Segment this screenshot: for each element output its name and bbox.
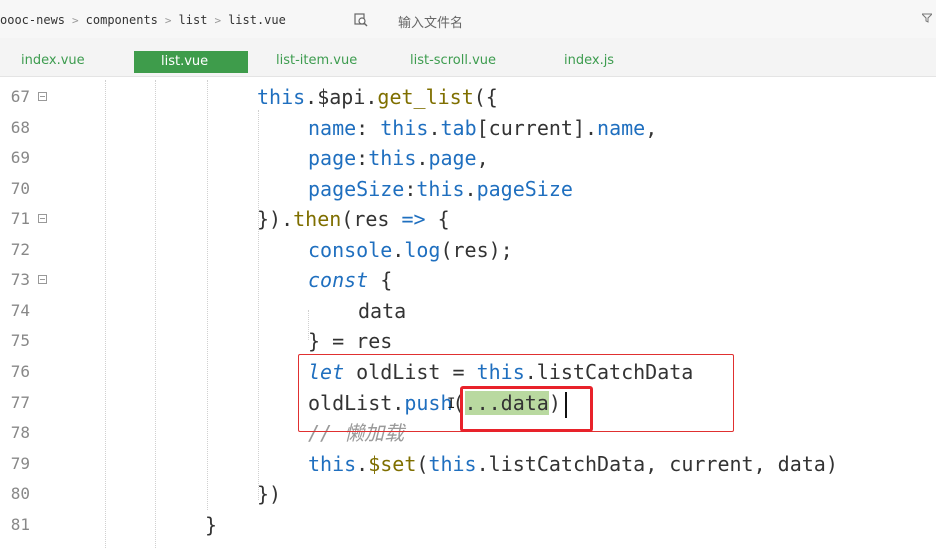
line-number: 79 — [10, 453, 30, 473]
chevron-right-icon: > — [164, 13, 172, 27]
line-number: 71 — [10, 209, 30, 228]
line-number: 80 — [10, 484, 30, 503]
breadcrumb-item[interactable]: components — [86, 13, 158, 27]
line-number: 73 — [10, 270, 30, 289]
breadcrumb-item[interactable]: list.vue — [228, 13, 286, 27]
line-row: 80 — [0, 479, 936, 510]
chevron-right-icon: > — [72, 13, 79, 27]
code-line: name: this.tab[current].name, — [308, 115, 658, 140]
line-number: 67 — [10, 87, 30, 106]
code-line: }).then(res => { — [257, 207, 450, 231]
line-number: 69 — [10, 148, 30, 167]
line-number: 78 — [10, 423, 30, 442]
tab-list-scroll-vue[interactable]: list-scroll.vue — [410, 53, 496, 68]
code-line: } — [205, 513, 218, 537]
editor-tabs: index.vue list.vue list-item.vue list-sc… — [0, 38, 936, 77]
search-icon[interactable] — [354, 13, 368, 27]
code-line: }) — [257, 482, 282, 506]
code-editor[interactable]: 67 68 69 70 71 72 73 74 75 76 77 78 79 8… — [0, 80, 936, 548]
fold-toggle-icon[interactable] — [38, 92, 47, 101]
tab-list-item-vue[interactable]: list-item.vue — [276, 53, 357, 68]
code-line: page:this.page, — [308, 146, 489, 170]
line-number: 70 — [10, 178, 30, 198]
line-row: 73 — [0, 265, 936, 296]
tab-list-vue[interactable]: list.vue — [134, 51, 248, 73]
breadcrumb-item[interactable]: list — [179, 13, 208, 27]
file-search-input[interactable]: 输入文件名 — [398, 12, 463, 31]
fold-toggle-icon[interactable] — [38, 214, 47, 223]
breadcrumb: oooc-news > components > list > list.vue — [0, 13, 286, 27]
line-number: 74 — [10, 300, 30, 320]
code-line: pageSize:this.pageSize — [308, 176, 573, 201]
line-row: 71 — [0, 204, 936, 235]
annotation-inner-box — [460, 386, 593, 432]
code-line: this.$set(this.listCatchData, current, d… — [308, 451, 838, 476]
tab-index-vue[interactable]: index.vue — [21, 53, 85, 68]
line-number: 75 — [10, 331, 30, 350]
line-row: 74 — [0, 296, 936, 327]
line-row: 81 — [0, 510, 936, 541]
line-number: 68 — [10, 117, 30, 137]
line-number: 81 — [10, 515, 30, 534]
line-number: 77 — [10, 392, 30, 412]
ibeam-cursor-icon: I — [447, 396, 456, 412]
code-line: const { — [308, 268, 393, 292]
tab-index-js[interactable]: index.js — [564, 53, 614, 68]
text-cursor — [565, 392, 567, 418]
top-bar: oooc-news > components > list > list.vue… — [0, 0, 936, 39]
code-line: console.log(res); — [308, 237, 513, 262]
code-line: data — [358, 298, 407, 323]
line-row: 75 — [0, 326, 936, 357]
line-number: 76 — [10, 362, 30, 381]
filter-icon[interactable] — [922, 13, 932, 23]
breadcrumb-item[interactable]: oooc-news — [0, 13, 65, 27]
code-line: this.$api.get_list({ — [257, 85, 498, 109]
chevron-right-icon: > — [214, 13, 222, 27]
fold-toggle-icon[interactable] — [38, 275, 47, 284]
line-number: 72 — [10, 239, 30, 259]
code-line: } = res — [308, 329, 393, 353]
